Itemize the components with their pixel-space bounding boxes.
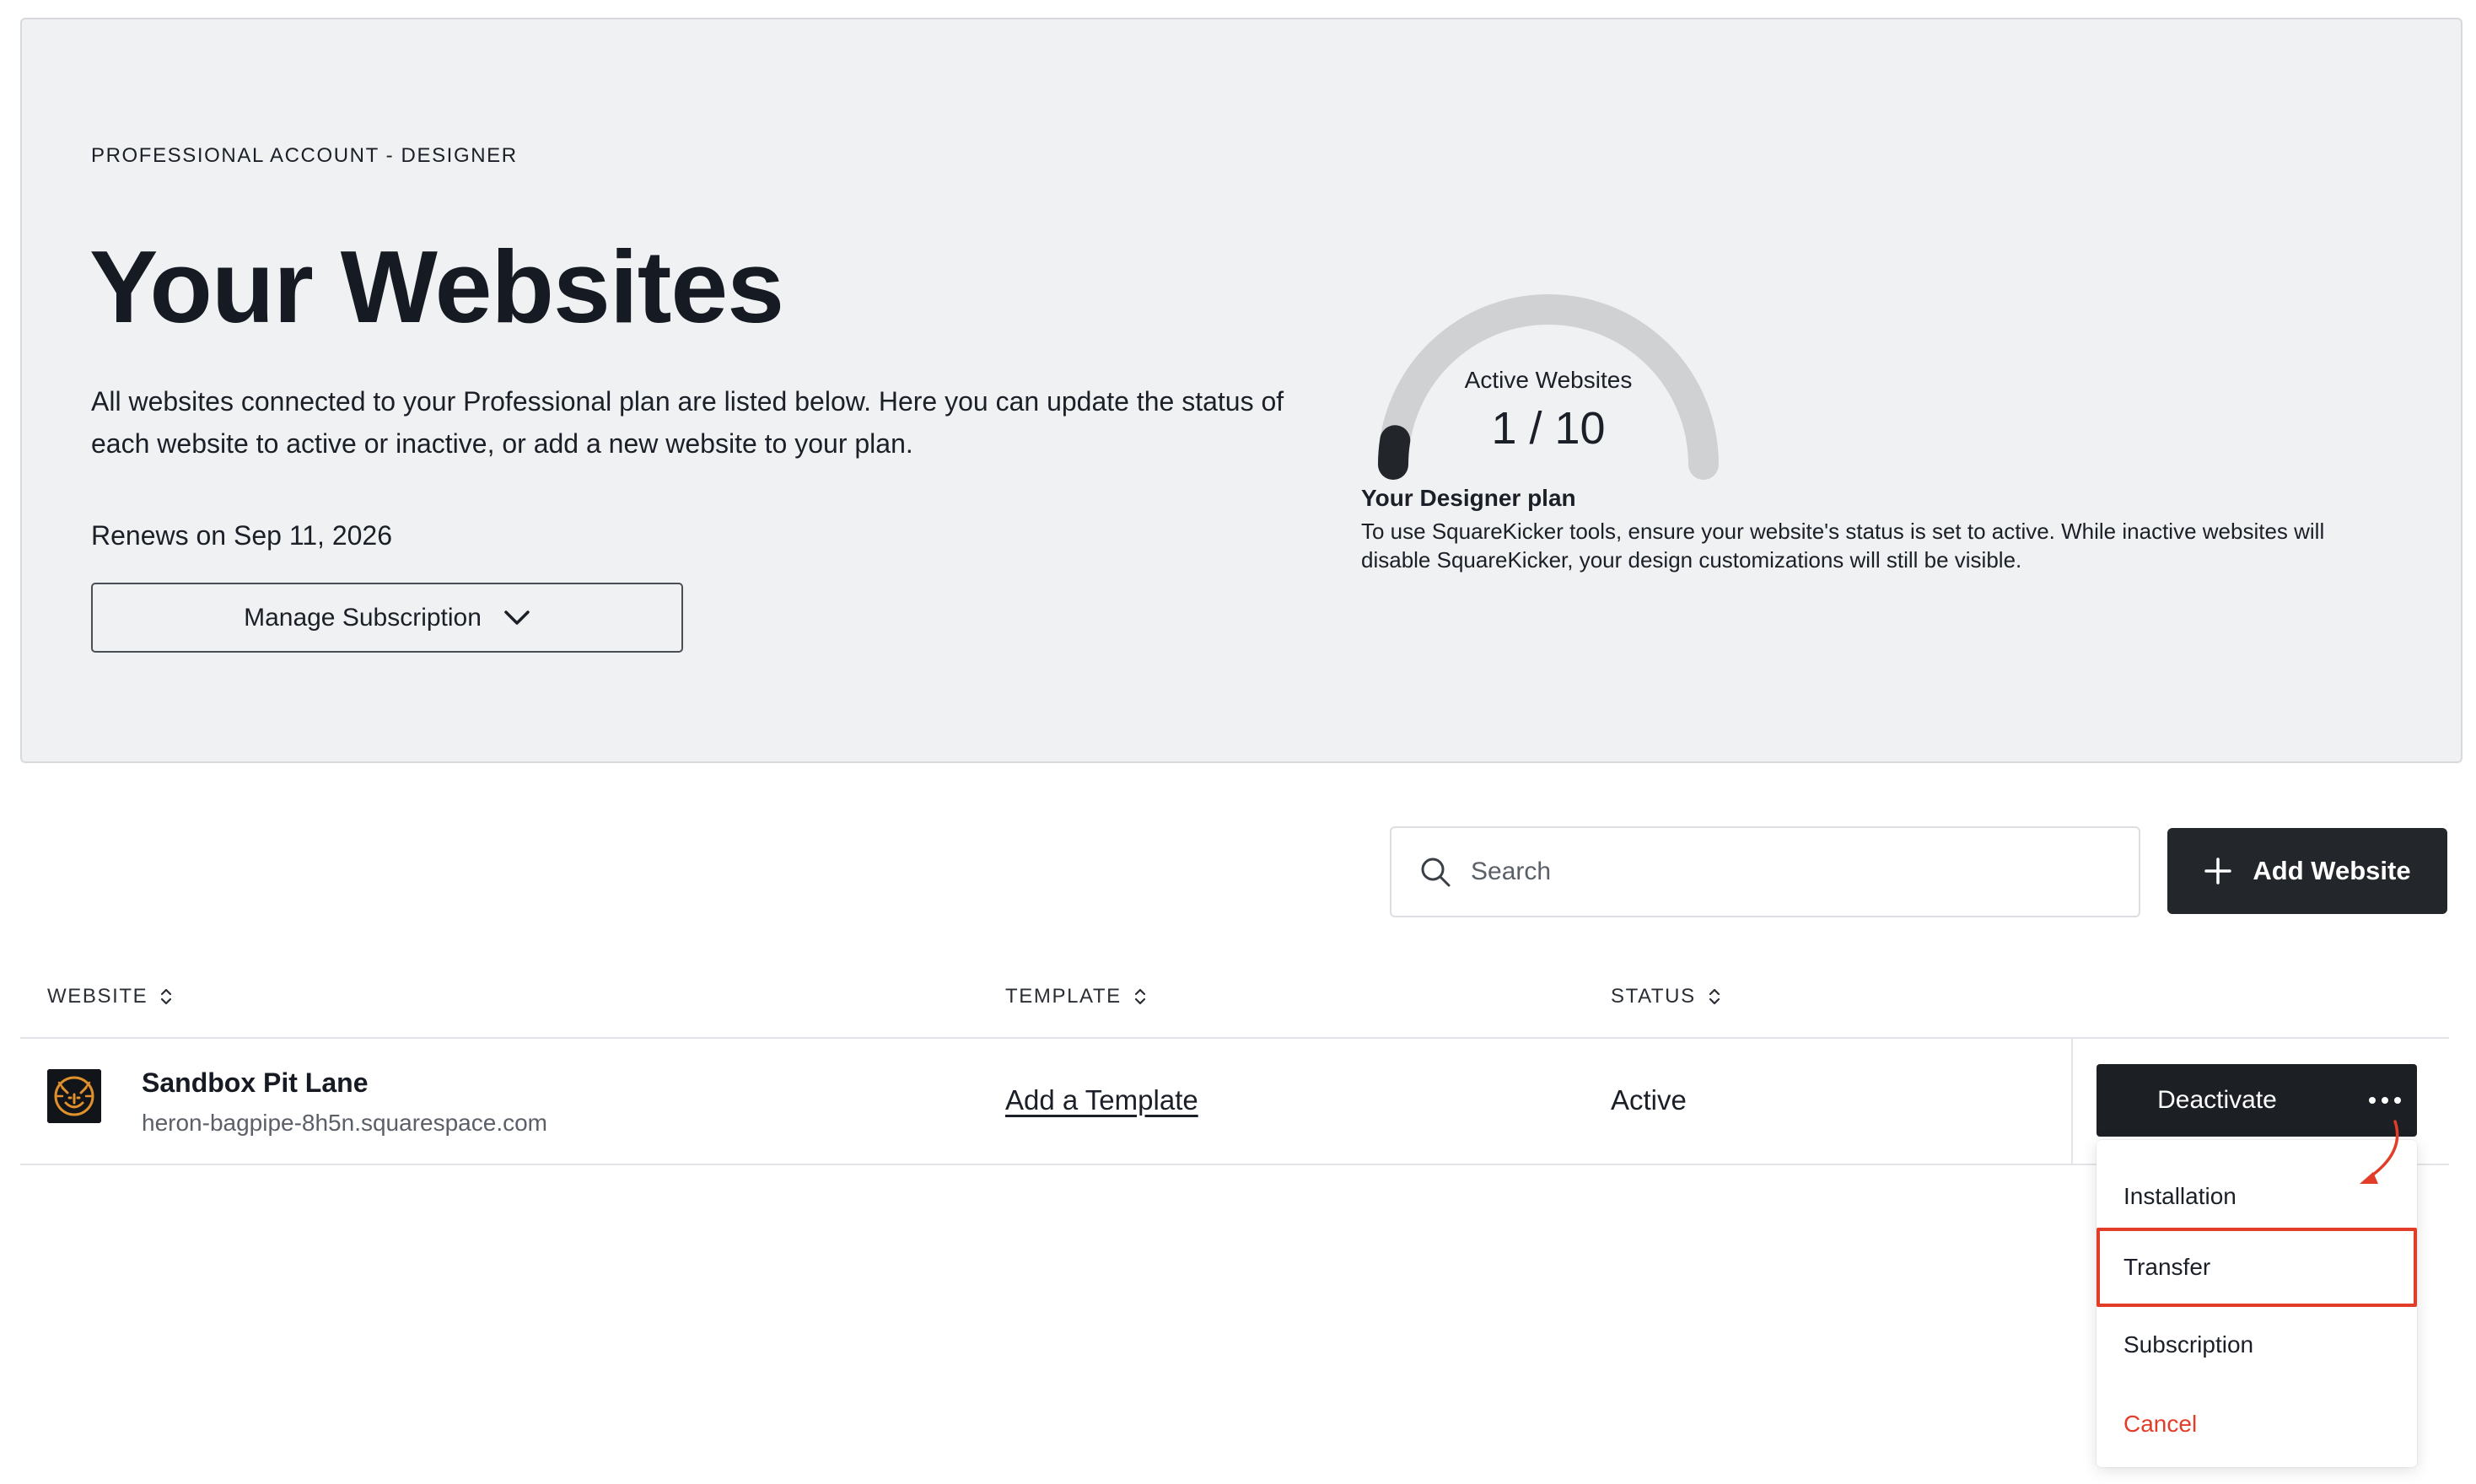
menu-item-installation[interactable]: Installation	[2097, 1157, 2417, 1236]
table-header-divider	[20, 1037, 2449, 1039]
add-website-label: Add Website	[2253, 856, 2411, 885]
search-input[interactable]	[1471, 858, 2112, 886]
column-header-label: WEBSITE	[47, 985, 148, 1008]
plus-icon	[2204, 858, 2232, 884]
column-header-status[interactable]: STATUS	[1611, 985, 1721, 1008]
manage-subscription-button[interactable]: Manage Subscription	[91, 583, 683, 653]
column-header-label: STATUS	[1611, 985, 1696, 1008]
table-row-divider	[20, 1164, 2449, 1165]
sort-icon	[161, 988, 172, 1005]
plan-title: Your Designer plan	[1361, 485, 1576, 511]
status-value: Active	[1611, 1084, 1687, 1116]
active-websites-gauge: Active Websites 1 / 10	[1359, 262, 1737, 481]
add-template-link[interactable]: Add a Template	[1005, 1084, 1198, 1116]
page-description: All websites connected to your Professio…	[91, 386, 1284, 459]
website-name[interactable]: Sandbox Pit Lane	[142, 1067, 368, 1099]
dot	[2369, 1097, 2376, 1104]
action-column-divider	[2071, 1037, 2073, 1164]
plan-overview-panel: PROFESSIONAL ACCOUNT - DESIGNER Your Web…	[20, 18, 2463, 763]
menu-item-transfer[interactable]: Transfer	[2097, 1228, 2417, 1307]
sort-icon	[1134, 988, 1145, 1005]
renewal-date: Renews on Sep 11, 2026	[91, 520, 392, 551]
column-header-website[interactable]: WEBSITE	[47, 985, 173, 1008]
more-options-menu: Installation Transfer Subscription Cance…	[2097, 1140, 2417, 1467]
gauge-label: Active Websites	[1464, 367, 1633, 393]
search-field[interactable]	[1390, 826, 2140, 917]
gauge-value: 1 / 10	[1491, 403, 1606, 454]
search-icon	[1421, 858, 1451, 887]
dot	[2394, 1097, 2401, 1104]
lion-logo-icon	[47, 1069, 101, 1123]
sort-icon	[1709, 988, 1720, 1005]
dot	[2382, 1097, 2388, 1104]
plan-description: To use SquareKicker tools, ensure your w…	[1361, 519, 2325, 573]
menu-item-cancel[interactable]: Cancel	[2097, 1385, 2417, 1464]
more-options-button[interactable]	[2353, 1064, 2417, 1137]
add-website-button[interactable]: Add Website	[2167, 828, 2447, 914]
chevron-down-icon	[504, 610, 530, 625]
page-title: Your Websites	[89, 229, 784, 344]
menu-item-subscription[interactable]: Subscription	[2097, 1305, 2417, 1385]
account-type-label: PROFESSIONAL ACCOUNT - DESIGNER	[91, 144, 518, 167]
manage-subscription-label: Manage Subscription	[244, 603, 482, 632]
column-header-template[interactable]: TEMPLATE	[1005, 985, 1147, 1008]
row-action-group: Deactivate	[2097, 1064, 2417, 1137]
deactivate-button[interactable]: Deactivate	[2097, 1064, 2338, 1137]
column-header-label: TEMPLATE	[1005, 985, 1122, 1008]
website-url: heron-bagpipe-8h5n.squarespace.com	[142, 1110, 547, 1136]
